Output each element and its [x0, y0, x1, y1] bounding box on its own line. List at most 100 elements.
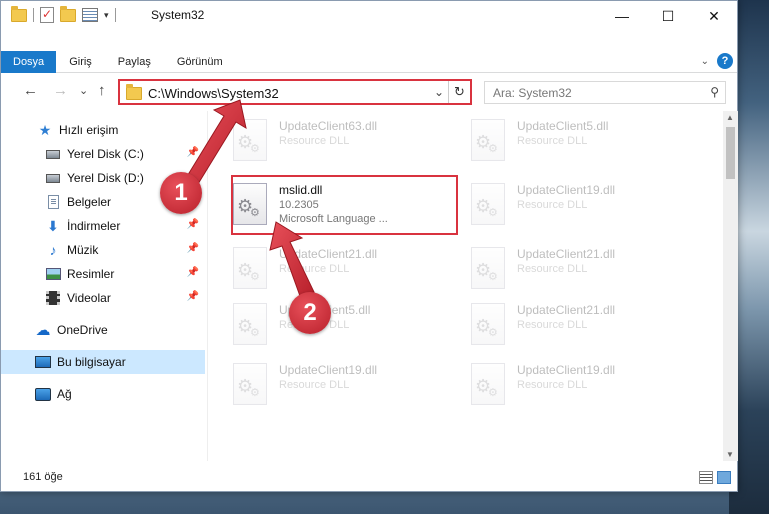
address-bar[interactable]: C:\Windows\System32 ⌄ ↻: [118, 79, 472, 105]
file-item[interactable]: ⚙ ⚙ UpdateClient19.dll Resource DLL: [209, 355, 429, 411]
file-item[interactable]: ⚙⚙ UpdateClient5.dll Resource DLL: [447, 111, 667, 167]
help-icon[interactable]: ?: [717, 53, 733, 69]
sidebar-item-label: Hızlı erişim: [59, 123, 119, 137]
sidebar-item-network[interactable]: Ağ: [1, 382, 205, 406]
navigation-pane: ★ Hızlı erişim Yerel Disk (C:) 📌 Yerel D…: [1, 111, 208, 461]
sidebar-item-label: Yerel Disk (C:): [67, 147, 144, 161]
file-type: Resource DLL: [279, 263, 350, 275]
sidebar-item-label: Videolar: [67, 291, 111, 305]
up-button[interactable]: ↑: [98, 82, 106, 99]
search-box[interactable]: ⚲: [484, 81, 726, 104]
pin-icon[interactable]: 📌: [187, 147, 199, 158]
sidebar-item-label: Müzik: [67, 243, 99, 257]
file-item[interactable]: ⚙ ⚙ UpdateClient21.dll Resource DLL: [209, 239, 429, 295]
details-view-icon[interactable]: [699, 471, 713, 484]
pin-icon[interactable]: 📌: [187, 243, 199, 254]
sidebar-item-downloads[interactable]: ⬇ İndirmeler 📌: [1, 214, 205, 238]
dll-file-icon: ⚙ ⚙: [233, 119, 267, 161]
file-item[interactable]: ⚙ ⚙ UpdateClient21.dll Resource DLL: [447, 295, 667, 351]
pin-icon[interactable]: 📌: [187, 219, 199, 230]
navigation-bar: ← → ⌄ ↑ C:\Windows\System32 ⌄ ↻ ⚲: [1, 73, 737, 111]
sidebar-item-music[interactable]: ♪ Müzik 📌: [1, 238, 205, 262]
new-folder-icon[interactable]: [60, 5, 76, 22]
scroll-down-arrow-icon[interactable]: ▼: [726, 450, 734, 459]
folder-icon: [11, 5, 27, 22]
download-icon: ⬇: [47, 217, 59, 234]
recent-locations-dropdown[interactable]: ⌄: [79, 84, 88, 97]
file-name: UpdateClient63.dll: [279, 119, 378, 133]
tab-home[interactable]: Giriş: [56, 51, 105, 73]
search-input[interactable]: [485, 82, 695, 103]
mslid-highlight-box: [231, 175, 458, 235]
disk-icon: [45, 170, 61, 186]
scroll-up-arrow-icon[interactable]: ▲: [726, 113, 734, 122]
file-item[interactable]: ⚙ ⚙ UpdateClient19.dll Resource DLL: [447, 355, 667, 411]
vertical-scrollbar[interactable]: ▲ ▼: [723, 111, 738, 461]
ribbon: Dosya Giriş Paylaş Görünüm ⌄ ?: [1, 31, 737, 73]
dll-file-icon: ⚙ ⚙: [471, 303, 505, 345]
dll-file-icon: ⚙ ⚙: [233, 247, 267, 289]
tab-view[interactable]: Görünüm: [164, 51, 236, 73]
dll-file-icon: ⚙ ⚙: [471, 183, 505, 225]
sidebar-item-pictures[interactable]: Resimler 📌: [1, 262, 205, 286]
file-type: Resource DLL: [517, 319, 588, 331]
back-button[interactable]: ←: [23, 82, 38, 99]
refresh-button[interactable]: ↻: [448, 81, 470, 103]
pictures-icon: [45, 266, 61, 282]
ribbon-tabs: Dosya Giriş Paylaş Görünüm: [1, 51, 236, 73]
file-name: UpdateClient19.dll: [279, 363, 378, 377]
item-count: 161 öğe: [23, 471, 63, 483]
scrollbar-thumb[interactable]: [726, 127, 735, 179]
forward-button[interactable]: →: [53, 82, 68, 99]
sidebar-item-label: Resimler: [67, 267, 115, 281]
annotation-badge-2: 2: [289, 292, 331, 334]
tab-file[interactable]: Dosya: [1, 51, 57, 73]
explorer-window: ▾ System32 — ☐ ✕ Dosya Giriş Paylaş Görü…: [0, 0, 738, 492]
toolbar-divider: [33, 8, 34, 22]
close-button[interactable]: ✕: [691, 1, 737, 31]
sidebar-item-label: İndirmeler: [67, 219, 121, 233]
file-type: Resource DLL: [517, 199, 588, 211]
expand-ribbon-icon[interactable]: ⌄: [701, 56, 709, 67]
file-item[interactable]: ⚙ ⚙ UpdateClient63.dll Resource DLL: [209, 111, 429, 167]
file-name: UpdateClient19.dll: [517, 183, 616, 197]
sidebar-item-label: Belgeler: [67, 195, 112, 209]
onedrive-icon: ☁: [35, 322, 51, 339]
network-icon: [35, 386, 51, 402]
ribbon-right-controls: ⌄ ?: [701, 53, 733, 69]
computer-icon: [35, 354, 51, 370]
sidebar-item-videos[interactable]: Videolar 📌: [1, 286, 205, 310]
sidebar-item-local-disk-c[interactable]: Yerel Disk (C:) 📌: [1, 142, 205, 166]
properties-icon[interactable]: [82, 8, 98, 22]
pin-icon[interactable]: 📌: [187, 267, 199, 278]
address-path[interactable]: C:\Windows\System32: [148, 86, 279, 101]
window-controls: — ☐ ✕: [599, 1, 737, 31]
customize-toolbar-dropdown-icon[interactable]: ▾: [104, 10, 109, 21]
videos-icon: [45, 290, 61, 306]
music-icon: ♪: [49, 242, 57, 258]
file-name: UpdateClient21.dll: [517, 247, 616, 261]
file-type: Resource DLL: [517, 379, 588, 391]
sidebar-item-quick-access[interactable]: ★ Hızlı erişim: [1, 118, 205, 142]
file-type: Resource DLL: [279, 379, 350, 391]
tab-share[interactable]: Paylaş: [105, 51, 164, 73]
disk-icon: [45, 146, 61, 162]
maximize-button[interactable]: ☐: [645, 1, 691, 31]
file-item[interactable]: ⚙ ⚙ UpdateClient21.dll Resource DLL: [447, 239, 667, 295]
pin-icon[interactable]: 📌: [187, 291, 199, 302]
window-title: System32: [151, 8, 205, 22]
sidebar-item-onedrive[interactable]: ☁ OneDrive: [1, 318, 205, 342]
dll-file-icon: ⚙ ⚙: [233, 363, 267, 405]
file-item[interactable]: ⚙ ⚙ UpdateClient19.dll Resource DLL: [447, 175, 667, 231]
dll-file-icon: ⚙ ⚙: [471, 247, 505, 289]
file-type: Resource DLL: [517, 263, 588, 275]
quick-access-toolbar: ▾: [11, 5, 116, 23]
search-icon[interactable]: ⚲: [710, 85, 719, 99]
minimize-button[interactable]: —: [599, 1, 645, 31]
sidebar-item-this-pc[interactable]: Bu bilgisayar: [1, 350, 205, 374]
tiles-view-icon[interactable]: [717, 471, 731, 484]
title-bar: ▾ System32 — ☐ ✕: [1, 1, 737, 31]
properties-check-icon[interactable]: [40, 7, 54, 23]
address-dropdown-icon[interactable]: ⌄: [434, 85, 444, 99]
annotation-badge-1: 1: [160, 172, 202, 214]
